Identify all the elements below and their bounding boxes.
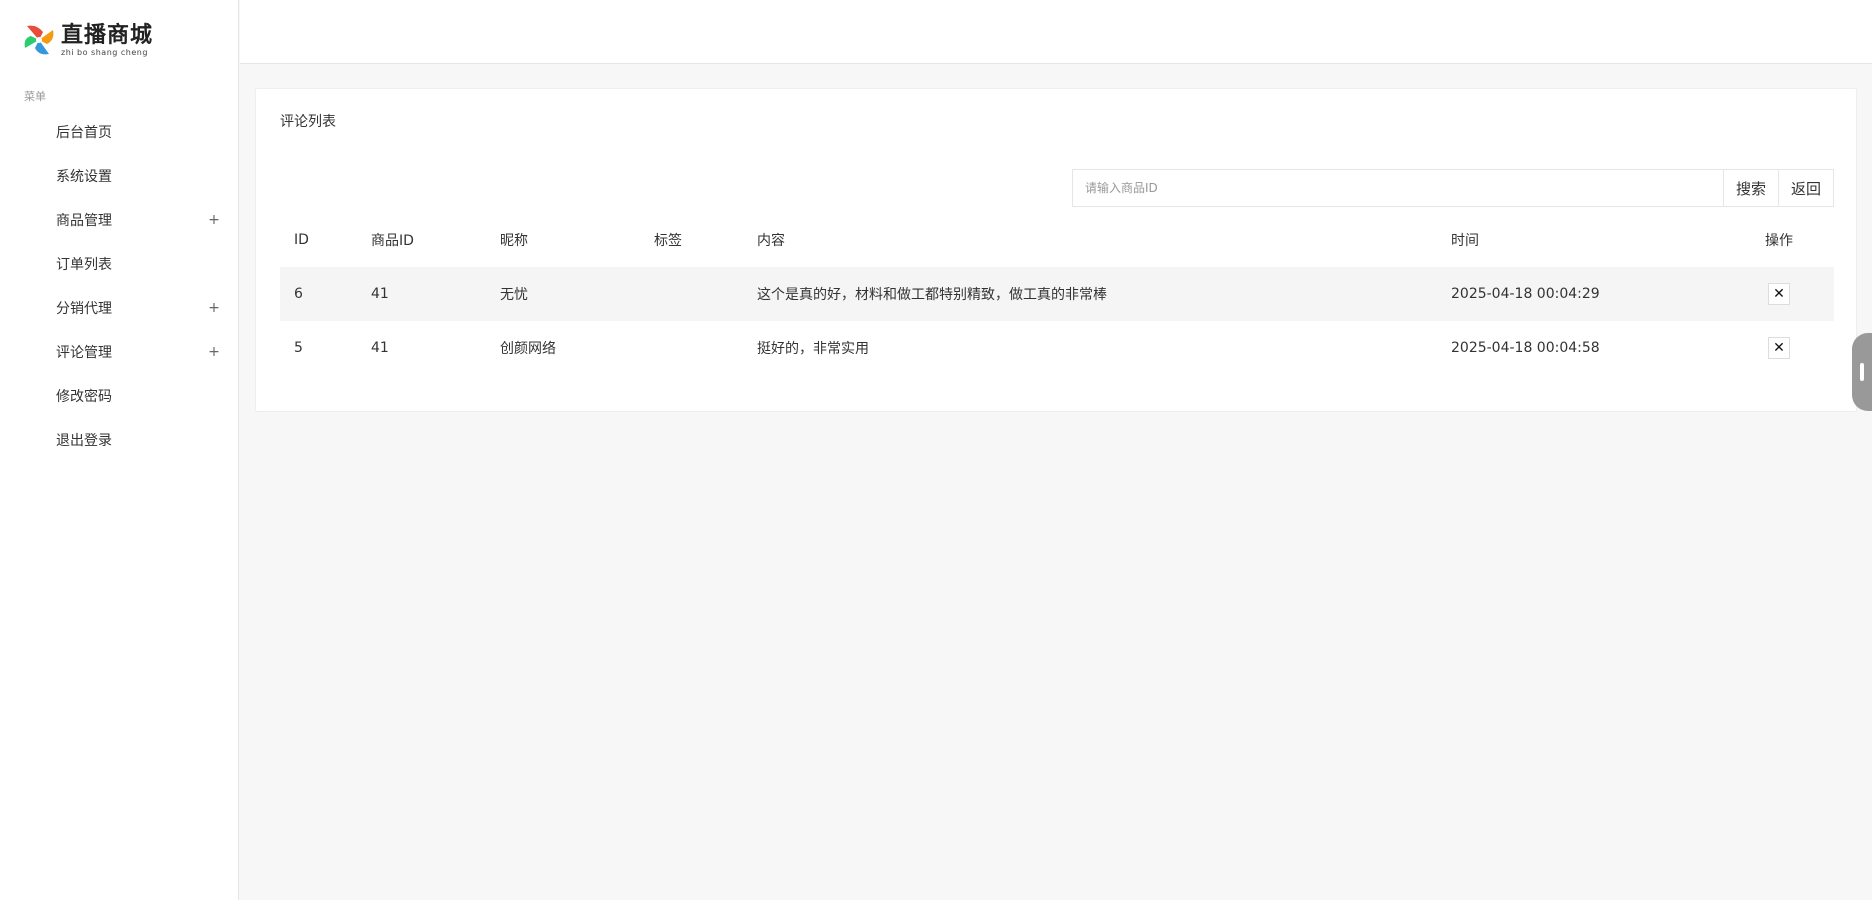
cell-time: 2025-04-18 00:04:29 <box>1451 286 1600 302</box>
search-bar: 搜索 返回 <box>1072 169 1834 207</box>
page-title: 评论列表 <box>280 114 336 130</box>
cell-tag <box>640 321 743 375</box>
sidebar-item-change-password[interactable]: 修改密码 <box>0 374 239 418</box>
top-bar <box>240 0 1872 64</box>
cell-time: 2025-04-18 00:04:58 <box>1451 340 1600 356</box>
column-header-time: 时间 <box>1451 233 1479 249</box>
column-header-content: 内容 <box>757 233 785 249</box>
sidebar-menu: 后台首页 系统设置 商品管理 + 订单列表 分销代理 + 评论管理 + 修改密码… <box>0 110 239 462</box>
table-row: 5 41 创颜网络 挺好的，非常实用 2025-04-18 00:04:58 ✕ <box>280 321 1834 375</box>
cell-nickname: 无忧 <box>500 287 528 303</box>
sidebar: 直播商城 zhi bo shang cheng 菜单 后台首页 系统设置 商品管… <box>0 0 239 900</box>
close-icon: ✕ <box>1773 340 1785 356</box>
table-row: 6 41 无忧 这个是真的好，材料和做工都特别精致，做工真的非常棒 2025-0… <box>280 267 1834 321</box>
sidebar-item-system-settings[interactable]: 系统设置 <box>0 154 239 198</box>
sidebar-item-label: 商品管理 <box>56 213 112 229</box>
delete-button[interactable]: ✕ <box>1768 337 1790 359</box>
brand-subtitle: zhi bo shang cheng <box>61 47 148 57</box>
search-button[interactable]: 搜索 <box>1722 170 1778 206</box>
cell-id: 6 <box>294 286 303 302</box>
cell-actions: ✕ <box>1724 321 1834 375</box>
cell-tag <box>640 267 743 321</box>
comment-list-card: 评论列表 搜索 返回 ID 商品ID 昵称 标签 内容 时间 操作 6 41 <box>255 88 1857 412</box>
pinwheel-logo-icon <box>24 25 54 55</box>
column-header-id: ID <box>294 232 309 248</box>
sidebar-item-logout[interactable]: 退出登录 <box>0 418 239 462</box>
sidebar-item-distribution[interactable]: 分销代理 + <box>0 286 239 330</box>
drag-handle-icon[interactable] <box>1852 333 1872 411</box>
cell-actions: ✕ <box>1724 267 1834 321</box>
expand-icon[interactable]: + <box>207 344 221 360</box>
sidebar-item-label: 评论管理 <box>56 345 112 361</box>
expand-icon[interactable]: + <box>207 212 221 228</box>
sidebar-item-dashboard[interactable]: 后台首页 <box>0 110 239 154</box>
comment-table: ID 商品ID 昵称 标签 内容 时间 操作 6 41 无忧 这个是真的好，材料… <box>280 213 1834 375</box>
cell-product-id: 41 <box>371 340 389 356</box>
brand-title: 直播商城 <box>61 21 154 48</box>
expand-icon[interactable]: + <box>207 300 221 316</box>
cell-product-id: 41 <box>371 286 389 302</box>
column-header-tag: 标签 <box>654 233 682 249</box>
sidebar-item-label: 修改密码 <box>56 389 112 405</box>
back-button[interactable]: 返回 <box>1777 170 1833 206</box>
sidebar-item-label: 系统设置 <box>56 169 112 185</box>
sidebar-item-comments[interactable]: 评论管理 + <box>0 330 239 374</box>
sidebar-item-label: 退出登录 <box>56 433 112 449</box>
column-header-nickname: 昵称 <box>500 233 528 249</box>
sidebar-item-orders[interactable]: 订单列表 <box>0 242 239 286</box>
brand-logo[interactable]: 直播商城 zhi bo shang cheng <box>21 20 153 60</box>
sidebar-item-label: 后台首页 <box>56 125 112 141</box>
product-id-search-input[interactable] <box>1073 170 1723 206</box>
delete-button[interactable]: ✕ <box>1768 283 1790 305</box>
column-header-product-id: 商品ID <box>371 233 414 249</box>
table-header-row: ID 商品ID 昵称 标签 内容 时间 操作 <box>280 213 1834 267</box>
sidebar-item-label: 分销代理 <box>56 301 112 317</box>
sidebar-item-products[interactable]: 商品管理 + <box>0 198 239 242</box>
cell-nickname: 创颜网络 <box>500 341 556 357</box>
cell-content: 这个是真的好，材料和做工都特别精致，做工真的非常棒 <box>757 287 1107 303</box>
cell-content: 挺好的，非常实用 <box>757 341 869 357</box>
close-icon: ✕ <box>1773 286 1785 302</box>
cell-id: 5 <box>294 340 303 356</box>
menu-section-title: 菜单 <box>24 90 46 103</box>
column-header-actions: 操作 <box>1765 233 1793 249</box>
sidebar-item-label: 订单列表 <box>56 257 112 273</box>
